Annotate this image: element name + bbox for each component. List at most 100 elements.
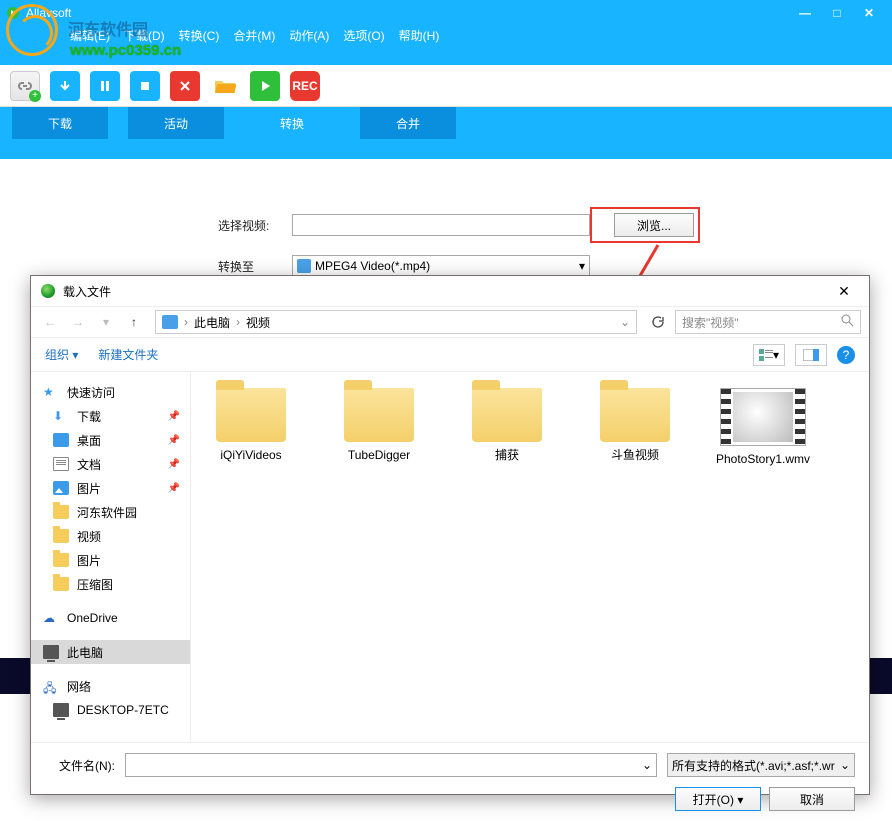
plus-icon: + — [29, 90, 41, 102]
menubar: 编辑(E) 下载(D) 转换(C) 合并(M) 动作(A) 选项(O) 帮助(H… — [0, 25, 892, 65]
folder-icon — [600, 388, 670, 442]
sidebar-this-pc[interactable]: 此电脑 — [31, 640, 190, 664]
sidebar-pictures2[interactable]: 图片 — [31, 548, 190, 572]
nav-forward-button[interactable]: → — [67, 311, 89, 333]
sidebar-documents[interactable]: 文档📌 — [31, 452, 190, 476]
search-input[interactable]: 搜索"视频" — [675, 310, 861, 334]
record-button[interactable]: REC — [290, 71, 320, 101]
new-folder-button[interactable]: 新建文件夹 — [98, 346, 158, 363]
dialog-sidebar: ★快速访问 ⬇下载📌 桌面📌 文档📌 图片📌 河东软件园 视频 图片 压缩图 ☁… — [31, 372, 191, 742]
filename-input[interactable]: ⌄ — [125, 753, 657, 777]
tabbar: 下载 活动 转换 合并 — [0, 107, 892, 159]
globe-icon — [41, 284, 55, 298]
dialog-titlebar: 载入文件 ✕ — [31, 276, 869, 306]
open-folder-button[interactable] — [210, 71, 240, 101]
stop-button[interactable] — [130, 71, 160, 101]
toolbar: + REC — [0, 65, 892, 107]
rec-label: REC — [292, 79, 317, 93]
browse-highlight: 浏览... — [590, 207, 700, 243]
refresh-icon — [651, 315, 665, 329]
video-format-icon — [297, 259, 311, 273]
pin-icon: 📌 — [168, 435, 180, 446]
chevron-right-icon: › — [236, 315, 240, 329]
sidebar-quick-access[interactable]: ★快速访问 — [31, 380, 190, 404]
nav-up-button[interactable]: ↑ — [123, 311, 145, 333]
sidebar-hedong[interactable]: 河东软件园 — [31, 500, 190, 524]
download-button[interactable] — [50, 71, 80, 101]
stop-icon — [138, 79, 152, 93]
menu-options[interactable]: 选项(O) — [343, 27, 384, 44]
sidebar-network[interactable]: 🖧网络 — [31, 674, 190, 698]
search-placeholder: 搜索"视频" — [682, 314, 739, 331]
convert-to-label: 转换至 — [218, 258, 292, 275]
close-button[interactable]: ✕ — [862, 6, 876, 20]
folder-icon — [53, 577, 69, 591]
chevron-down-icon[interactable]: ⌄ — [620, 315, 630, 329]
file-item-folder[interactable]: iQiYiVideos — [201, 388, 301, 468]
dialog-close-button[interactable]: ✕ — [829, 283, 859, 300]
folder-icon — [214, 77, 236, 95]
folder-icon — [53, 505, 69, 519]
menu-download[interactable]: 下载(D) — [124, 27, 165, 44]
maximize-button[interactable]: □ — [830, 6, 844, 20]
open-button[interactable]: 打开(O) ▾ — [675, 787, 761, 811]
pin-icon: 📌 — [168, 411, 180, 422]
breadcrumb-pc[interactable]: 此电脑 — [194, 314, 230, 331]
menu-merge[interactable]: 合并(M) — [233, 27, 275, 44]
sidebar-desktop-7etc[interactable]: DESKTOP-7ETC — [31, 698, 190, 722]
paste-url-button[interactable]: + — [10, 71, 40, 101]
chevron-down-icon: ▾ — [579, 259, 585, 273]
nav-recent-button[interactable]: ▾ — [95, 311, 117, 333]
tab-convert[interactable]: 转换 — [244, 107, 340, 139]
view-mode-button[interactable]: ▾ — [753, 344, 785, 366]
tab-activity[interactable]: 活动 — [128, 107, 224, 139]
search-icon — [841, 314, 854, 330]
nav-back-button[interactable]: ← — [39, 311, 61, 333]
folder-icon — [53, 529, 69, 543]
breadcrumb[interactable]: › 此电脑 › 视频 ⌄ — [155, 310, 637, 334]
file-item-folder[interactable]: TubeDigger — [329, 388, 429, 468]
video-thumbnail — [720, 388, 806, 446]
breadcrumb-videos[interactable]: 视频 — [246, 314, 270, 331]
filetype-combo[interactable]: 所有支持的格式(*.avi;*.asf;*.wr⌄ — [667, 753, 855, 777]
desktop-icon — [53, 433, 69, 447]
tab-merge[interactable]: 合并 — [360, 107, 456, 139]
sidebar-thumbs[interactable]: 压缩图 — [31, 572, 190, 596]
menu-help[interactable]: 帮助(H) — [399, 27, 440, 44]
sidebar-desktop[interactable]: 桌面📌 — [31, 428, 190, 452]
chevron-right-icon: › — [184, 315, 188, 329]
cancel-button[interactable]: 取消 — [769, 787, 855, 811]
app-icon — [6, 6, 20, 20]
file-item-folder[interactable]: 捕获 — [457, 388, 557, 468]
sidebar-onedrive[interactable]: ☁OneDrive — [31, 606, 190, 630]
play-button[interactable] — [250, 71, 280, 101]
preview-pane-button[interactable] — [795, 344, 827, 366]
dialog-navbar: ← → ▾ ↑ › 此电脑 › 视频 ⌄ 搜索"视频" — [31, 306, 869, 338]
refresh-button[interactable] — [647, 311, 669, 333]
cloud-icon: ☁ — [43, 611, 59, 625]
sidebar-pictures[interactable]: 图片📌 — [31, 476, 190, 500]
organize-menu[interactable]: 组织 ▾ — [45, 346, 78, 363]
menu-edit[interactable]: 编辑(E) — [70, 27, 110, 44]
sidebar-downloads[interactable]: ⬇下载📌 — [31, 404, 190, 428]
menu-action[interactable]: 动作(A) — [289, 27, 329, 44]
star-icon: ★ — [43, 385, 59, 399]
file-item-folder[interactable]: 斗鱼视频 — [585, 388, 685, 468]
minimize-button[interactable]: — — [798, 6, 812, 20]
dialog-footer: 文件名(N): ⌄ 所有支持的格式(*.avi;*.asf;*.wr⌄ — [31, 742, 869, 787]
pause-button[interactable] — [90, 71, 120, 101]
download-icon: ⬇ — [53, 409, 69, 423]
tab-download[interactable]: 下载 — [12, 107, 108, 139]
sidebar-videos[interactable]: 视频 — [31, 524, 190, 548]
pause-icon — [98, 79, 112, 93]
cancel-button[interactable] — [170, 71, 200, 101]
video-path-input[interactable] — [292, 214, 590, 236]
format-combo[interactable]: MPEG4 Video(*.mp4) ▾ — [292, 255, 590, 277]
file-item-video[interactable]: PhotoStory1.wmv — [713, 388, 813, 468]
chevron-down-icon: ⌄ — [642, 758, 652, 772]
help-button[interactable]: ? — [837, 346, 855, 364]
menu-convert[interactable]: 转换(C) — [179, 27, 220, 44]
browse-button[interactable]: 浏览... — [614, 213, 694, 237]
folder-icon — [472, 388, 542, 442]
titlebar: Allavsoft — □ ✕ — [0, 0, 892, 25]
